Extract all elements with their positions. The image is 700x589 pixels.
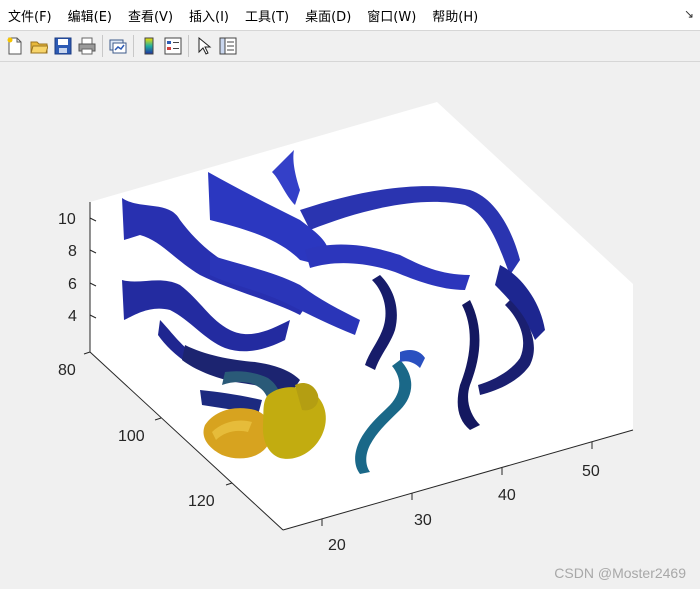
x-tick-label: 40 [498, 487, 516, 504]
z-tick-label: 8 [68, 243, 77, 260]
watermark: CSDN @Moster2469 [554, 565, 686, 581]
y-tick-mark [225, 482, 233, 486]
dock-arrow-icon[interactable]: ↘ [684, 7, 694, 21]
property-inspector-icon[interactable] [216, 34, 240, 58]
menu-desktop[interactable]: 桌面(D) [305, 6, 351, 25]
menu-help[interactable]: 帮助(H) [432, 6, 478, 25]
y-tick-label: 80 [58, 362, 76, 379]
save-icon[interactable] [51, 34, 75, 58]
open-file-icon[interactable] [27, 34, 51, 58]
menu-view[interactable]: 查看(V) [128, 6, 173, 25]
z-tick-label: 10 [58, 211, 76, 228]
x-tick-label: 30 [414, 512, 432, 529]
figure-canvas[interactable]: 10 8 6 4 80 100 120 20 30 40 50 [0, 62, 700, 589]
z-tick-label: 6 [68, 276, 77, 293]
menu-tools[interactable]: 工具(T) [245, 6, 289, 25]
edit-plot-cursor-icon[interactable] [192, 34, 216, 58]
new-figure-icon[interactable] [3, 34, 27, 58]
figure-toolbar [0, 30, 700, 62]
y-tick-mark [154, 417, 162, 421]
menu-window[interactable]: 窗口(W) [367, 6, 416, 25]
insert-colorbar-icon[interactable] [137, 34, 161, 58]
y-tick-label: 120 [188, 493, 215, 510]
toolbar-separator [188, 35, 189, 57]
insert-legend-icon[interactable] [161, 34, 185, 58]
menu-insert[interactable]: 插入(I) [189, 6, 229, 25]
toolbar-separator [133, 35, 134, 57]
y-tick-mark [83, 351, 91, 355]
y-tick-label: 100 [118, 428, 145, 445]
3d-axes[interactable]: 10 8 6 4 80 100 120 20 30 40 50 [0, 62, 700, 589]
x-tick-label: 50 [582, 463, 600, 480]
menu-bar: 文件(F) 编辑(E) 查看(V) 插入(I) 工具(T) 桌面(D) 窗口(W… [0, 0, 700, 30]
print-icon[interactable] [75, 34, 99, 58]
x-tick-label: 20 [328, 537, 346, 554]
toolbar-separator [102, 35, 103, 57]
link-plot-icon[interactable] [106, 34, 130, 58]
z-tick-label: 4 [68, 308, 77, 325]
menu-edit[interactable]: 编辑(E) [68, 6, 112, 25]
menu-file[interactable]: 文件(F) [8, 6, 52, 25]
